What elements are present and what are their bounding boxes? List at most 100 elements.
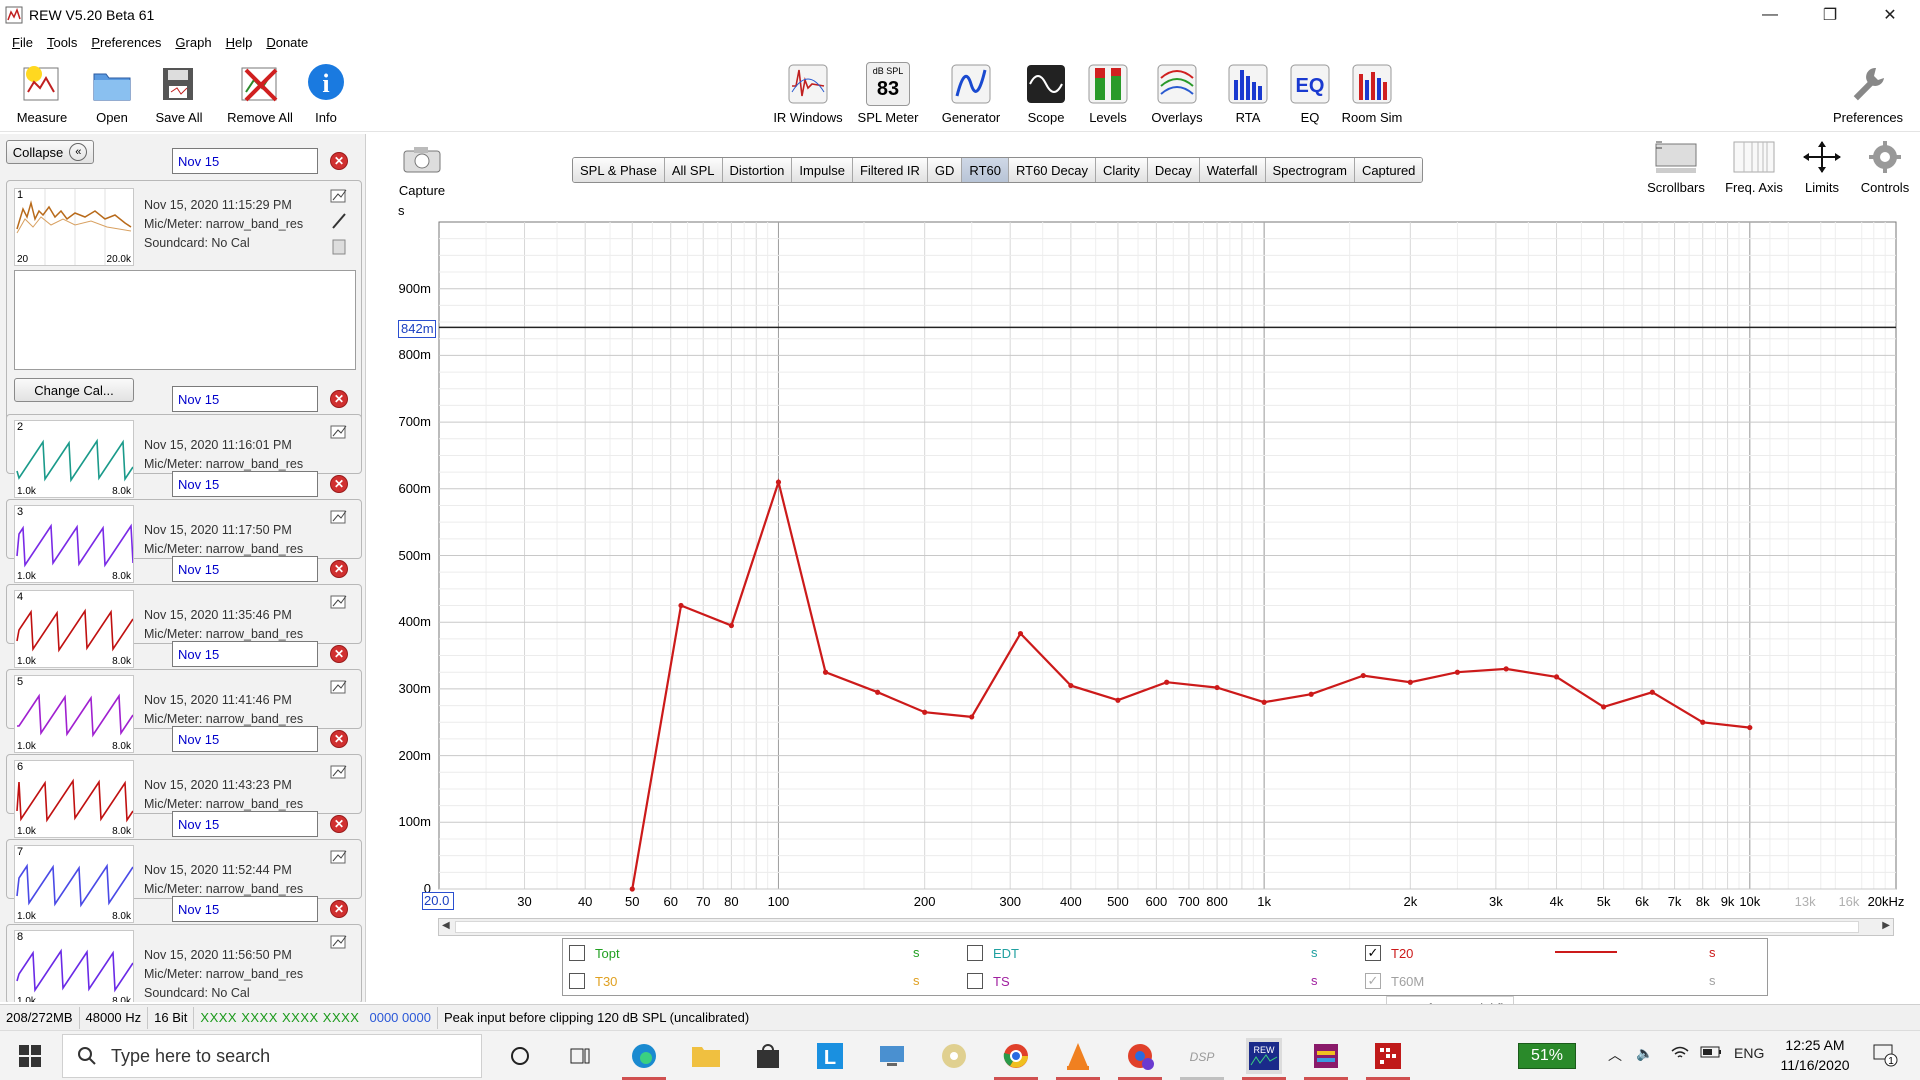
data-point: [1017, 630, 1024, 637]
data-point: [775, 479, 782, 485]
store-icon[interactable]: [750, 1038, 786, 1074]
archive-app-icon[interactable]: [1304, 1038, 1348, 1080]
start-button[interactable]: [0, 1031, 60, 1080]
search-placeholder: Type here to search: [111, 1045, 271, 1066]
horizontal-scrollbar-thumb[interactable]: [455, 921, 1859, 933]
x-tick-label: 13k: [1794, 894, 1816, 909]
y-tick-label: 800m: [398, 347, 431, 363]
x-tick-label: 4k: [1549, 894, 1564, 909]
battery-indicator[interactable]: 51%: [1518, 1043, 1576, 1069]
windows-taskbar: Type here to search L DSP REW 51% ︿ 🔈 EN…: [0, 1030, 1920, 1080]
y-tick-label: 400m: [398, 614, 431, 630]
data-point: [678, 602, 684, 609]
x-tick-label: 50: [625, 894, 640, 909]
x-tick-label: 5k: [1596, 894, 1611, 909]
bit-depth-status: 16 Bit: [148, 1006, 195, 1029]
legend-unit-t60m: s: [1709, 973, 1716, 988]
system-clock[interactable]: 12:25 AM 11/16/2020: [1770, 1035, 1860, 1075]
edge-icon[interactable]: [622, 1038, 666, 1080]
data-point: [1454, 669, 1460, 675]
taskbar-search-box[interactable]: Type here to search: [62, 1034, 482, 1078]
data-point: [1553, 674, 1560, 680]
legend-checkbox-edt[interactable]: [967, 945, 983, 961]
legend-checkbox-ts[interactable]: [967, 973, 983, 989]
legend-unit-topt: s: [913, 945, 920, 960]
memory-status: 208/272MB: [0, 1006, 80, 1029]
y-tick-label: 700m: [398, 414, 431, 430]
y-tick-label: 100m: [398, 814, 431, 830]
y-tick-label: 200m: [398, 747, 431, 763]
data-point: [1115, 697, 1121, 703]
data-point: [1308, 691, 1314, 697]
data-point: [1261, 699, 1267, 705]
legend-label-t30: T30: [595, 973, 618, 989]
legend-item-ts[interactable]: TS: [967, 973, 1010, 989]
cortana-icon[interactable]: [502, 1038, 538, 1074]
data-point: [1600, 704, 1607, 710]
vlc-icon[interactable]: [1056, 1038, 1100, 1080]
chrome-icon[interactable]: [994, 1038, 1038, 1080]
legend-line-t20: [1555, 951, 1617, 953]
graph-horizontal-scrollbar[interactable]: ◀ ▶: [438, 918, 1894, 936]
x-tick-label: 1k: [1257, 894, 1271, 909]
x-tick-label: 100: [767, 894, 790, 909]
language-indicator[interactable]: ENG: [1734, 1045, 1764, 1061]
tray-chevron-icon[interactable]: ︿: [1608, 1045, 1622, 1065]
y-tick-label: 500m: [398, 547, 431, 563]
x-tick-label: 400: [1060, 894, 1082, 909]
legend-item-t30[interactable]: T30: [569, 973, 617, 989]
legend-unit-t20: s: [1709, 945, 1716, 960]
data-point: [969, 714, 975, 720]
legend-checkbox-t20[interactable]: ✓: [1365, 945, 1381, 961]
dsp-app-icon[interactable]: DSP: [1180, 1038, 1224, 1080]
rew-taskbar-icon[interactable]: REW: [1242, 1038, 1286, 1080]
legend-checkbox-t30[interactable]: [569, 973, 585, 989]
svg-text:L: L: [824, 1047, 836, 1069]
legend-label-ts: TS: [993, 973, 1010, 989]
legend-checkbox-topt[interactable]: [569, 945, 585, 961]
status-bar: 208/272MB 48000 Hz 16 Bit XXXX XXXX XXXX…: [0, 1004, 1920, 1030]
scroll-right-icon[interactable]: ▶: [1882, 920, 1890, 931]
data-point: [922, 709, 928, 715]
clock-date: 11/16/2020: [1780, 1057, 1850, 1073]
wifi-icon[interactable]: [1670, 1045, 1690, 1064]
x-tick-label: 3k: [1488, 894, 1503, 909]
data-point: [1360, 672, 1366, 679]
legend-item-edt[interactable]: EDT: [967, 945, 1019, 961]
app-l-icon[interactable]: L: [812, 1038, 848, 1074]
scroll-left-icon[interactable]: ◀: [442, 920, 450, 931]
media-disc-icon[interactable]: [936, 1038, 972, 1074]
x-tick-label: 700: [1178, 894, 1200, 909]
x-tick-label: 6k: [1635, 894, 1649, 909]
x-tick-label: 8k: [1695, 894, 1710, 909]
legend-label-t20: T20: [1391, 945, 1414, 961]
svg-text:REW: REW: [1254, 1045, 1276, 1055]
x-tick-label: 2k: [1403, 894, 1418, 909]
task-view-icon[interactable]: [562, 1038, 598, 1074]
battery-tray-icon[interactable]: [1700, 1045, 1722, 1062]
x-tick-label: 500: [1107, 894, 1129, 909]
data-point: [1068, 682, 1074, 689]
data-point: [1649, 689, 1655, 695]
notification-count: 1: [1888, 1056, 1894, 1067]
legend-item-t60m: ✓ T60M: [1365, 973, 1424, 989]
red-grid-app-icon[interactable]: [1366, 1038, 1410, 1080]
x-tick-label: 300: [999, 894, 1022, 909]
data-point: [822, 669, 829, 675]
legend-item-topt[interactable]: Topt: [569, 945, 620, 961]
legend-item-t20[interactable]: ✓ T20: [1365, 945, 1413, 961]
x-tick-label: 7k: [1667, 894, 1682, 909]
rt60-graph[interactable]: [0, 0, 1920, 1000]
file-explorer-icon[interactable]: [688, 1038, 724, 1074]
x-tick-label: 600: [1145, 894, 1168, 909]
sample-rate-status: 48000 Hz: [80, 1006, 149, 1029]
chrome-profile-icon[interactable]: [1118, 1038, 1162, 1080]
notification-center-icon[interactable]: 1: [1872, 1041, 1898, 1070]
y-tick-label: 300m: [398, 680, 431, 696]
data-point: [1164, 679, 1170, 685]
volume-icon[interactable]: 🔈: [1636, 1045, 1653, 1062]
data-point: [1214, 684, 1220, 691]
remote-desktop-icon[interactable]: [874, 1038, 910, 1074]
x-tick-label: 9k: [1720, 894, 1735, 909]
legend-checkbox-t60m: ✓: [1365, 973, 1381, 989]
